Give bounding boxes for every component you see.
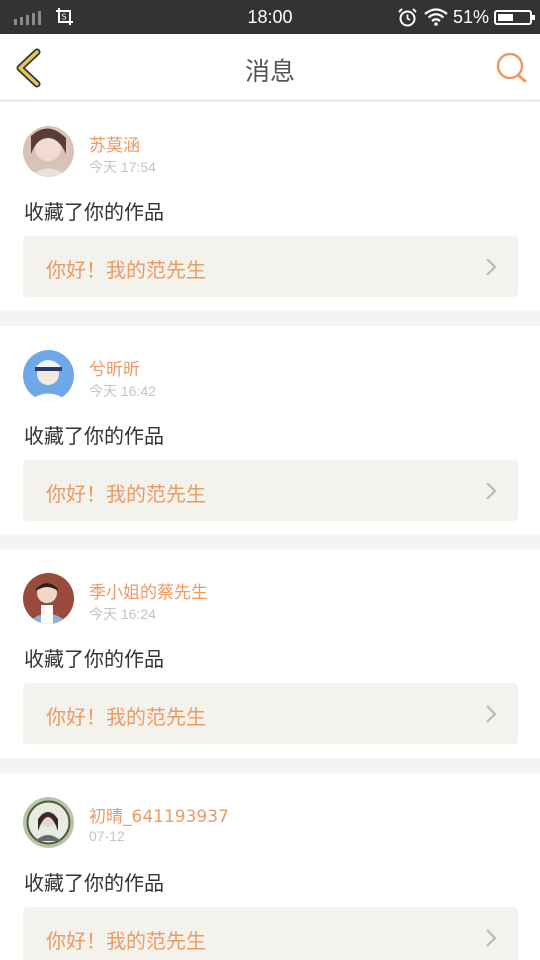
message-card: 季小姐的蔡先生 今天 16:24 收藏了你的作品 你好！我的范先生 [0, 549, 540, 758]
work-link[interactable]: 你好！我的范先生 [23, 683, 518, 744]
work-title: 你好！我的范先生 [46, 705, 206, 729]
search-icon[interactable] [494, 50, 528, 84]
chevron-right-icon [486, 258, 497, 276]
message-card: 初晴_641193937 07-12 收藏了你的作品 你好！我的范先生 [0, 773, 540, 960]
timestamp: 今天 16:24 [89, 606, 156, 622]
work-link[interactable]: 你好！我的范先生 [23, 907, 518, 960]
avatar[interactable] [23, 573, 74, 624]
username[interactable]: 兮昕昕 [89, 355, 140, 380]
action-text: 收藏了你的作品 [24, 647, 164, 671]
chevron-right-icon [486, 482, 497, 500]
avatar[interactable] [23, 797, 74, 848]
avatar[interactable] [23, 126, 74, 177]
battery-icon [494, 10, 535, 25]
work-title: 你好！我的范先生 [46, 482, 206, 506]
work-link[interactable]: 你好！我的范先生 [23, 236, 518, 297]
timestamp: 07-12 [89, 828, 125, 844]
work-title: 你好！我的范先生 [46, 929, 206, 953]
timestamp: 今天 16:42 [89, 383, 156, 399]
nav-bar: 消息 [0, 34, 540, 101]
battery-percent: 51% [453, 7, 490, 27]
message-card: 苏莫涵 今天 17:54 收藏了你的作品 你好！我的范先生 [0, 102, 540, 311]
action-text: 收藏了你的作品 [24, 871, 164, 895]
alarm-icon [398, 8, 417, 27]
work-link[interactable]: 你好！我的范先生 [23, 460, 518, 521]
wifi-icon [424, 8, 448, 26]
chevron-right-icon [486, 705, 497, 723]
status-bar: S 18:00 51% [0, 0, 540, 34]
timestamp: 今天 17:54 [89, 159, 156, 175]
username[interactable]: 季小姐的蔡先生 [89, 578, 208, 603]
avatar[interactable] [23, 350, 74, 401]
page-title: 消息 [244, 57, 295, 86]
username[interactable]: 苏莫涵 [89, 131, 140, 156]
chevron-right-icon [486, 929, 497, 947]
action-text: 收藏了你的作品 [24, 200, 164, 224]
work-title: 你好！我的范先生 [46, 258, 206, 282]
message-card: 兮昕昕 今天 16:42 收藏了你的作品 你好！我的范先生 [0, 326, 540, 535]
action-text: 收藏了你的作品 [24, 424, 164, 448]
username[interactable]: 初晴_641193937 [89, 802, 229, 827]
